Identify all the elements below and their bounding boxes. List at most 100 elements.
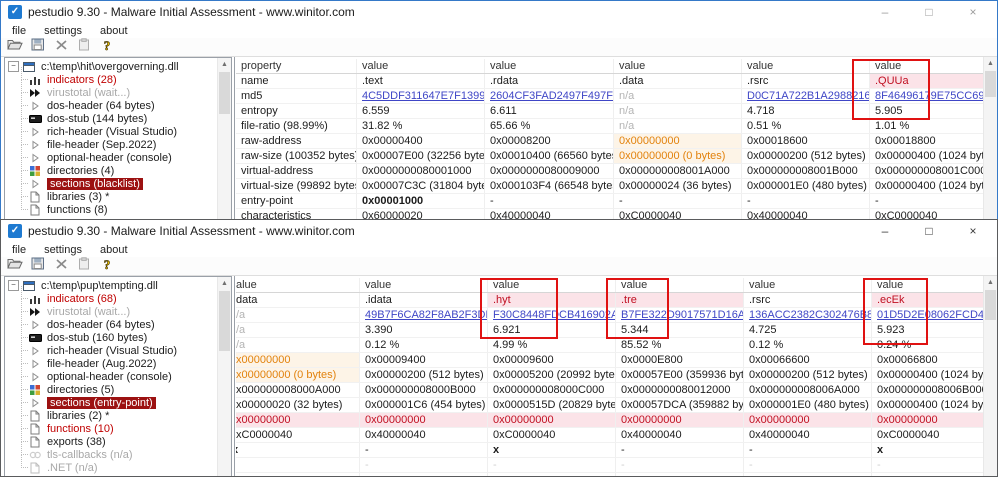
table-cell: .QUUa <box>870 74 984 88</box>
save-button[interactable] <box>29 40 47 55</box>
column-header[interactable]: value <box>485 59 614 73</box>
md5-link[interactable]: 01D5D2E08062FCD4A56DA... <box>872 308 984 322</box>
scroll-up-icon[interactable]: ▲ <box>218 58 231 71</box>
delete-button[interactable] <box>52 259 70 274</box>
tree-scrollbar[interactable]: ▲ <box>217 58 231 219</box>
tree-item-virustotal-wait...[interactable]: virustotal (wait...) <box>5 305 231 318</box>
chain-icon <box>29 449 42 461</box>
table-cell: 0x00000024 (36 bytes) <box>614 179 742 193</box>
tree-item-optional-header-console[interactable]: optional-header (console) <box>5 370 231 383</box>
close-button[interactable]: × <box>951 220 995 242</box>
tree-item-rich-header-visual-studio[interactable]: rich-header (Visual Studio) <box>5 125 231 138</box>
tree-item-tls-callbacks-n-a[interactable]: tls-callbacks (n/a) <box>5 448 231 461</box>
table-cell: 0x00007C3C (31804 bytes) <box>357 179 485 193</box>
menu-file[interactable]: file <box>4 244 36 256</box>
open-button[interactable] <box>6 259 24 274</box>
column-header[interactable]: value <box>614 59 742 73</box>
table-cell: 0x00000000 <box>744 413 872 427</box>
menu-settings[interactable]: settings <box>36 25 92 37</box>
paste-button[interactable] <box>75 259 93 274</box>
scroll-up-icon[interactable]: ▲ <box>984 57 997 70</box>
tree-item-sections-entry-point[interactable]: sections (entry-point) <box>5 396 231 409</box>
maximize-button[interactable]: □ <box>907 1 951 23</box>
tree-item-functions-10[interactable]: functions (10) <box>5 422 231 435</box>
maximize-button[interactable]: □ <box>907 220 951 242</box>
column-header[interactable]: value <box>744 278 872 292</box>
close-button[interactable]: × <box>951 1 995 23</box>
table-scrollbar[interactable]: ▲ <box>983 276 997 477</box>
tree-item-exports-38[interactable]: exports (38) <box>5 435 231 448</box>
tree-item-.net-n-a[interactable]: .NET (n/a) <box>5 461 231 474</box>
tree-item-dos-header-64-bytes[interactable]: dos-header (64 bytes) <box>5 318 231 331</box>
md5-link[interactable]: F30C8448FDCB416902AE08E... <box>488 308 616 322</box>
paste-button[interactable] <box>75 40 93 55</box>
table-cell: 0x00066800 <box>872 353 984 367</box>
md5-link[interactable]: 49B7F6CA82F8AB2F3DF57D... <box>360 308 488 322</box>
column-header[interactable]: value <box>616 278 744 292</box>
delete-button[interactable] <box>52 40 70 55</box>
tree-collapse-icon[interactable]: − <box>8 280 19 291</box>
scrollbar-thumb[interactable] <box>985 290 996 320</box>
terminal-icon <box>29 113 42 125</box>
tree-item-root-file[interactable]: −c:\temp\hit\overgoverning.dll <box>5 60 231 73</box>
md5-link[interactable]: B7FE322D9017571D16AAB03... <box>616 308 744 322</box>
help-button[interactable]: ? <box>98 259 116 274</box>
menu-about[interactable]: about <box>92 25 138 37</box>
table-cell: - <box>616 473 744 477</box>
tree-item-libraries-3[interactable]: libraries (3) * <box>5 190 231 203</box>
column-header[interactable]: alue <box>236 278 360 292</box>
open-button[interactable] <box>6 40 24 55</box>
tree-scrollbar[interactable]: ▲ <box>217 277 231 476</box>
column-header[interactable]: value <box>872 278 984 292</box>
md5-link[interactable]: D0C71A722B1A298821690D2... <box>742 89 870 103</box>
scroll-up-icon[interactable]: ▲ <box>984 276 997 289</box>
page-icon <box>29 436 42 448</box>
tree-item-rich-header-visual-studio[interactable]: rich-header (Visual Studio) <box>5 344 231 357</box>
md5-link[interactable]: 8F46496179E75CC69BAEAD4... <box>870 89 984 103</box>
menu-about[interactable]: about <box>92 244 138 256</box>
tree-item-optional-header-console[interactable]: optional-header (console) <box>5 151 231 164</box>
menu-file[interactable]: file <box>4 25 36 37</box>
tree-item-functions-8[interactable]: functions (8) <box>5 203 231 216</box>
column-header[interactable]: value <box>488 278 616 292</box>
chart-icon <box>29 293 42 305</box>
column-header[interactable]: value <box>742 59 870 73</box>
column-header[interactable]: value <box>360 278 488 292</box>
tree-item-dos-stub-144-bytes[interactable]: dos-stub (144 bytes) <box>5 112 231 125</box>
column-header[interactable]: value <box>357 59 485 73</box>
table-row: entropy6.5596.611n/a4.7185.905 <box>236 104 984 119</box>
scrollbar-thumb[interactable] <box>219 72 230 114</box>
tree-item-indicators-28[interactable]: indicators (28) <box>5 73 231 86</box>
scroll-up-icon[interactable]: ▲ <box>218 277 231 290</box>
table-cell: - <box>488 458 616 472</box>
table-cell: 0x00000000 <box>614 134 742 148</box>
save-button[interactable] <box>29 259 47 274</box>
md5-link[interactable]: 2604CF3FAD2497F497FFD81... <box>485 89 614 103</box>
tree-item-sections-blacklist[interactable]: sections (blacklist) <box>5 177 231 190</box>
minimize-button[interactable]: – <box>863 220 907 242</box>
column-header[interactable]: value <box>870 59 984 73</box>
tree-item-directories-4[interactable]: directories (4) <box>5 164 231 177</box>
tree-item-file-header-sep.2022[interactable]: file-header (Sep.2022) <box>5 138 231 151</box>
pestudio-app-icon: ✓ <box>8 5 22 19</box>
scrollbar-thumb[interactable] <box>985 71 996 97</box>
tree-item-dos-stub-160-bytes[interactable]: dos-stub (160 bytes) <box>5 331 231 344</box>
table-row: characteristics0x600000200x400000400xC00… <box>236 209 984 219</box>
tree-item-root-file[interactable]: −c:\temp\pup\tempting.dll <box>5 279 231 292</box>
tree-collapse-icon[interactable]: − <box>8 61 19 72</box>
table-scrollbar[interactable]: ▲ <box>983 57 997 219</box>
tree-item-file-header-aug.2022[interactable]: file-header (Aug.2022) <box>5 357 231 370</box>
tree-item-virustotal-wait...[interactable]: virustotal (wait...) <box>5 86 231 99</box>
tree-item-libraries-2[interactable]: libraries (2) * <box>5 409 231 422</box>
tree-item-dos-header-64-bytes[interactable]: dos-header (64 bytes) <box>5 99 231 112</box>
help-button[interactable]: ? <box>98 40 116 55</box>
md5-link[interactable]: 4C5DDF311647E7F13999F58... <box>357 89 485 103</box>
tree-item-indicators-68[interactable]: indicators (68) <box>5 292 231 305</box>
scrollbar-thumb[interactable] <box>219 291 230 351</box>
minimize-button[interactable]: – <box>863 1 907 23</box>
menu-settings[interactable]: settings <box>36 244 92 256</box>
md5-link[interactable]: 136ACC2382C302476B8475A... <box>744 308 872 322</box>
tree-item-directories-5[interactable]: directories (5) <box>5 383 231 396</box>
column-header[interactable]: property <box>236 59 357 73</box>
table-cell: 0x00000000 (0 bytes) <box>614 149 742 163</box>
